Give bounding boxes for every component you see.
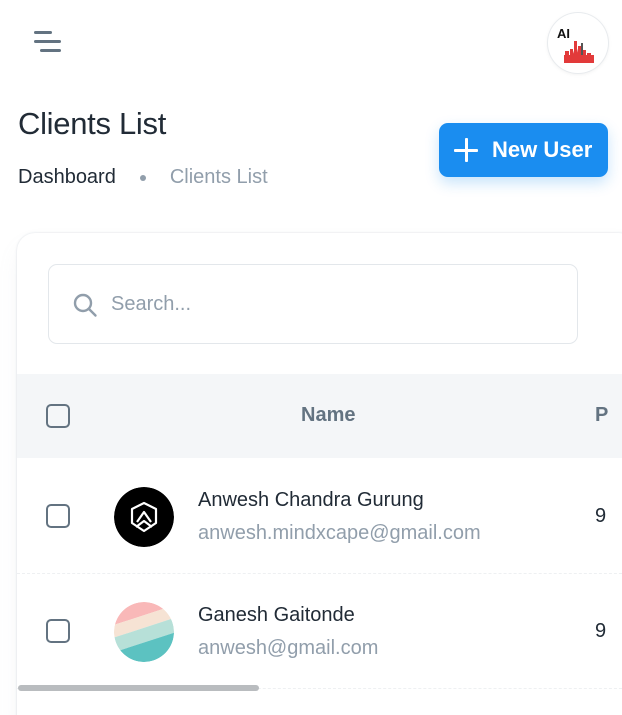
table-row[interactable]: Ganesh Gaitonde anwesh@gmail.com 9	[17, 574, 622, 689]
striped-avatar-icon	[114, 602, 174, 662]
search-icon	[73, 293, 97, 317]
page-title: Clients List	[18, 106, 167, 141]
menu-line	[34, 40, 61, 43]
search-input[interactable]	[111, 265, 551, 343]
client-email: anwesh.mindxcape@gmail.com	[198, 522, 481, 544]
table-header: Name P	[17, 374, 622, 458]
column-header-partial[interactable]: P	[595, 404, 608, 427]
breadcrumb: Dashboard Clients List	[18, 166, 268, 189]
breadcrumb-current: Clients List	[169, 166, 268, 188]
plus-icon	[453, 137, 479, 163]
horizontal-scrollbar[interactable]	[18, 685, 259, 691]
row-checkbox[interactable]	[46, 619, 70, 643]
search-box[interactable]	[48, 264, 578, 344]
avatar	[114, 487, 174, 547]
mindxcape-logo-icon	[114, 487, 174, 547]
account-avatar[interactable]: AI	[548, 13, 608, 73]
skyline-logo-icon	[564, 41, 594, 63]
breadcrumb-dashboard-link[interactable]: Dashboard	[18, 166, 116, 189]
menu-line	[40, 49, 61, 52]
avatar	[114, 602, 174, 662]
new-user-button[interactable]: New User	[439, 123, 608, 177]
menu-icon[interactable]	[30, 26, 66, 58]
client-partial-cell: 9	[595, 505, 607, 527]
row-checkbox[interactable]	[46, 504, 70, 528]
column-header-name[interactable]: Name	[301, 404, 355, 427]
client-name: Anwesh Chandra Gurung	[198, 489, 424, 511]
clients-table-card: Name P Anwesh Chandra Gurung anwesh.mind…	[17, 233, 622, 715]
client-name: Ganesh Gaitonde	[198, 604, 355, 626]
menu-line	[34, 31, 52, 34]
select-all-checkbox[interactable]	[46, 404, 70, 428]
top-bar: AI	[0, 0, 622, 90]
client-email: anwesh@gmail.com	[198, 637, 379, 659]
breadcrumb-separator	[139, 174, 146, 181]
client-partial-cell: 9	[595, 620, 607, 642]
table-row[interactable]: Anwesh Chandra Gurung anwesh.mindxcape@g…	[17, 459, 622, 574]
new-user-label: New User	[492, 137, 593, 162]
